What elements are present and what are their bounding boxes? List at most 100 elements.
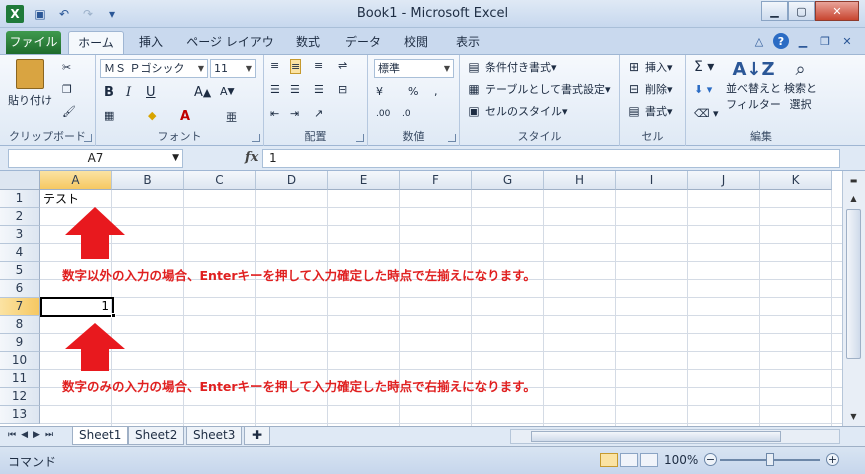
cell-styles-button[interactable]: ▣ セルのスタイル ▾ <box>466 103 567 119</box>
align-center-icon[interactable]: ☰ <box>290 83 300 96</box>
font-size-combo[interactable]: 11 ▼ <box>210 59 256 78</box>
next-sheet-icon[interactable]: ▶ <box>33 430 40 440</box>
currency-icon[interactable]: ¥ <box>376 85 383 98</box>
row-header-9[interactable]: 9 <box>0 334 40 352</box>
column-header-a[interactable]: A <box>40 171 112 190</box>
worksheet-grid[interactable]: ABCDEFGHIJK 1 2 3 4 5 6 7 8 9 10 11 12 13 テスト 1 数字以外… <box>0 171 842 426</box>
workbook-minimize-icon[interactable]: ▁ <box>795 33 811 49</box>
sheet-tab-3[interactable]: Sheet3 <box>186 427 243 445</box>
increase-indent-icon[interactable]: ⇥ <box>290 107 299 120</box>
bold-icon[interactable]: B <box>104 85 114 100</box>
borders-icon[interactable]: ▦ <box>104 109 114 122</box>
comma-icon[interactable]: , <box>434 85 438 98</box>
sheet-tab-2[interactable]: Sheet2 <box>128 427 185 445</box>
column-header-i[interactable]: I <box>616 171 688 190</box>
row-header-8[interactable]: 8 <box>0 316 40 334</box>
row-header-7[interactable]: 7 <box>0 298 40 316</box>
decrease-decimal-icon[interactable]: .0 <box>402 109 411 119</box>
phonetic-icon[interactable]: 亜 <box>226 109 237 125</box>
row-header-10[interactable]: 10 <box>0 352 40 370</box>
column-header-d[interactable]: D <box>256 171 328 190</box>
column-header-g[interactable]: G <box>472 171 544 190</box>
vertical-scrollbar[interactable]: ▬ ▲ ▼ <box>842 171 865 426</box>
prev-sheet-icon[interactable]: ◀ <box>21 430 28 440</box>
formula-input[interactable]: 1 <box>262 149 840 168</box>
conditional-formatting-button[interactable]: ▤ 条件付き書式 ▾ <box>466 59 556 75</box>
autosum-icon[interactable]: Σ ▾ <box>694 59 714 75</box>
page-layout-view-icon[interactable] <box>620 453 638 467</box>
paste-button[interactable]: 貼り付け <box>8 59 52 108</box>
clipboard-launcher-icon[interactable] <box>84 134 92 142</box>
zoom-slider-thumb[interactable] <box>766 453 774 466</box>
font-color-icon[interactable]: A <box>180 109 190 124</box>
increase-decimal-icon[interactable]: .00 <box>376 109 390 119</box>
name-box[interactable]: A7 ▼ <box>8 149 183 168</box>
number-launcher-icon[interactable] <box>448 134 456 142</box>
workbook-restore-icon[interactable]: ❐ <box>817 33 833 49</box>
align-middle-icon[interactable]: ≡ <box>290 59 302 74</box>
split-box-icon[interactable]: ▬ <box>846 173 861 188</box>
row-header-1[interactable]: 1 <box>0 190 40 208</box>
format-painter-icon[interactable]: 🖌 <box>62 105 76 118</box>
decrease-indent-icon[interactable]: ⇤ <box>270 107 279 120</box>
row-header-11[interactable]: 11 <box>0 370 40 388</box>
clear-icon[interactable]: ⌫ ▾ <box>694 107 719 120</box>
fill-handle[interactable] <box>111 313 116 318</box>
tab-insert[interactable]: 挿入 <box>136 31 166 54</box>
align-right-icon[interactable]: ☰ <box>314 83 324 96</box>
normal-view-icon[interactable] <box>600 453 618 467</box>
find-select-button[interactable]: ⌕ 検索と 選択 <box>784 59 817 112</box>
scroll-up-icon[interactable]: ▲ <box>846 191 861 206</box>
row-header-4[interactable]: 4 <box>0 244 40 262</box>
row-header-13[interactable]: 13 <box>0 406 40 424</box>
zoom-out-icon[interactable]: − <box>704 453 717 466</box>
tab-file[interactable]: ファイル <box>6 31 61 54</box>
column-header-j[interactable]: J <box>688 171 760 190</box>
sort-filter-button[interactable]: A↓Z 並べ替えと フィルター <box>726 59 781 112</box>
font-launcher-icon[interactable] <box>252 134 260 142</box>
fill-color-icon[interactable]: ◆ <box>148 109 156 122</box>
scroll-down-icon[interactable]: ▼ <box>846 409 861 424</box>
align-left-icon[interactable]: ☰ <box>270 83 280 96</box>
new-sheet-icon[interactable]: ✚ <box>244 427 270 445</box>
column-header-e[interactable]: E <box>328 171 400 190</box>
align-bottom-icon[interactable]: ≡ <box>314 59 323 72</box>
minimize-button[interactable]: ▁ <box>761 1 788 21</box>
row-header-3[interactable]: 3 <box>0 226 40 244</box>
shrink-font-icon[interactable]: A ▼ <box>220 85 235 98</box>
close-button[interactable]: ✕ <box>815 1 859 21</box>
wrap-text-icon[interactable]: ⇌ <box>338 59 347 72</box>
alignment-launcher-icon[interactable] <box>356 134 364 142</box>
tab-home[interactable]: ホーム <box>68 31 124 54</box>
help-icon[interactable]: ? <box>773 33 789 49</box>
grow-font-icon[interactable]: A ▲ <box>194 85 211 100</box>
tab-formulas[interactable]: 数式 <box>290 31 326 54</box>
delete-cells-button[interactable]: ⊟ 削除 ▾ <box>626 81 673 97</box>
number-format-combo[interactable]: 標準 ▼ <box>374 59 454 78</box>
insert-function-icon[interactable]: fx <box>245 150 258 165</box>
column-header-f[interactable]: F <box>400 171 472 190</box>
percent-icon[interactable]: % <box>408 85 418 98</box>
insert-cells-button[interactable]: ⊞ 挿入 ▾ <box>626 59 673 75</box>
tab-view[interactable]: 表示 <box>452 31 484 54</box>
orientation-icon[interactable]: ↗ <box>314 107 323 120</box>
column-header-k[interactable]: K <box>760 171 832 190</box>
format-cells-button[interactable]: ▤ 書式 ▾ <box>626 103 672 119</box>
column-header-b[interactable]: B <box>112 171 184 190</box>
workbook-close-icon[interactable]: ✕ <box>839 33 855 49</box>
last-sheet-icon[interactable]: ⏭ <box>45 430 53 440</box>
row-header-6[interactable]: 6 <box>0 280 40 298</box>
merge-center-icon[interactable]: ⊟ <box>338 83 347 96</box>
align-top-icon[interactable]: ≡ <box>270 59 279 72</box>
zoom-in-icon[interactable]: + <box>826 453 839 466</box>
page-break-view-icon[interactable] <box>640 453 658 467</box>
first-sheet-icon[interactable]: ⏮ <box>8 430 16 440</box>
underline-icon[interactable]: U <box>146 85 156 100</box>
copy-icon[interactable]: ❐ <box>62 83 72 96</box>
font-name-combo[interactable]: ＭＳ Ｐゴシック ▼ <box>100 59 208 78</box>
format-as-table-button[interactable]: ▦ テーブルとして書式設定 ▾ <box>466 81 610 97</box>
sheet-tab-1[interactable]: Sheet1 <box>72 427 129 445</box>
vertical-scroll-thumb[interactable] <box>846 209 861 359</box>
tab-review[interactable]: 校閲 <box>400 31 432 54</box>
minimize-ribbon-icon[interactable]: △ <box>751 33 767 49</box>
